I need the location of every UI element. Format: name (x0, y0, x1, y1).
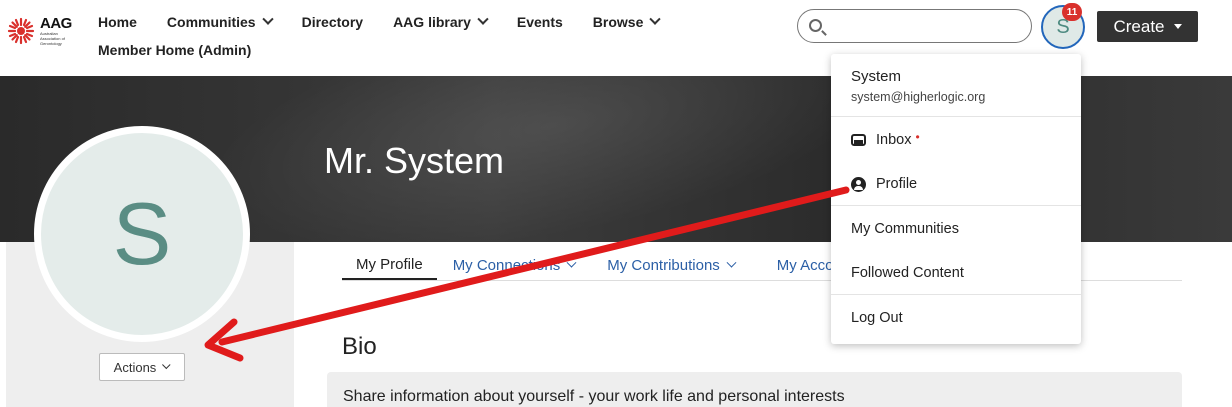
menu-item-profile[interactable]: Profile (851, 176, 917, 192)
bio-section: Share information about yourself - your … (327, 372, 1182, 407)
chevron-down-icon (162, 360, 171, 370)
bio-heading: Bio (342, 333, 377, 360)
tab-my-account-label: My Acco (776, 256, 834, 274)
chevron-down-icon (566, 257, 577, 268)
chevron-down-icon (649, 13, 662, 25)
dropdown-user-name: System (851, 68, 902, 85)
banner-background (186, 76, 914, 242)
tab-my-profile-label: My Profile (356, 255, 423, 273)
menu-item-my-communities-label: My Communities (851, 221, 959, 237)
divider (831, 294, 1081, 295)
nav-aag-library-label: AAG library (393, 14, 471, 30)
nav-communities[interactable]: Communities (166, 12, 274, 32)
bio-prompt-text: Share information about yourself - your … (343, 388, 845, 405)
search-box[interactable] (797, 9, 1032, 43)
tab-my-connections[interactable]: My Connections (439, 250, 590, 280)
tab-my-connections-label: My Connections (452, 256, 561, 274)
dropdown-user-email: system@higherlogic.org (851, 90, 986, 104)
menu-item-followed-content[interactable]: Followed Content (851, 265, 964, 281)
tab-my-profile[interactable]: My Profile (342, 250, 437, 280)
search-icon (809, 19, 822, 32)
aag-logo[interactable]: AAG Australian Association of Gerontolog… (6, 16, 74, 46)
unread-indicator-dot: • (915, 130, 920, 144)
logo-abbreviation: AAG (40, 15, 72, 32)
nav-member-home-admin[interactable]: Member Home (Admin) (98, 42, 251, 58)
dropdown-user-info: System system@higherlogic.org (851, 68, 985, 104)
menu-item-profile-label: Profile (876, 176, 918, 192)
menu-item-log-out-label: Log Out (851, 310, 903, 326)
chevron-down-icon (726, 257, 737, 268)
inbox-icon (851, 134, 866, 146)
nav-directory[interactable]: Directory (302, 12, 363, 32)
divider (831, 205, 1081, 206)
tab-my-contributions-label: My Contributions (607, 256, 720, 274)
actions-button-label: Actions (113, 359, 157, 375)
notification-badge: 11 (1062, 3, 1082, 21)
divider (831, 116, 1081, 117)
nav-home-label: Home (98, 14, 137, 30)
nav-browse[interactable]: Browse (592, 12, 662, 32)
create-button-label: Create (1113, 16, 1165, 36)
caret-down-icon (1173, 24, 1182, 29)
nav-browse-label: Browse (592, 14, 644, 30)
nav-aag-library[interactable]: AAG library (393, 12, 489, 32)
chevron-down-icon (261, 13, 274, 25)
search-input[interactable] (830, 16, 1020, 38)
profile-picture[interactable]: S (34, 126, 250, 342)
nav-events-label: Events (516, 14, 563, 30)
actions-button[interactable]: Actions (99, 353, 185, 381)
user-dropdown-menu: System system@higherlogic.org Inbox • Pr… (831, 54, 1081, 344)
menu-item-followed-content-label: Followed Content (851, 265, 964, 281)
create-button[interactable]: Create (1097, 11, 1198, 42)
aag-logo-icon (7, 17, 35, 45)
main-nav: Home Communities Directory AAG library E… (98, 12, 689, 32)
nav-home[interactable]: Home (98, 12, 137, 32)
tab-my-contributions[interactable]: My Contributions (593, 250, 749, 280)
profile-initial: S (112, 184, 172, 283)
menu-item-my-communities[interactable]: My Communities (851, 221, 959, 237)
profile-display-name: Mr. System (324, 140, 505, 181)
menu-item-log-out[interactable]: Log Out (851, 310, 903, 326)
nav-directory-label: Directory (301, 14, 364, 30)
chevron-down-icon (477, 13, 489, 25)
nav-communities-label: Communities (166, 14, 256, 30)
menu-item-inbox[interactable]: Inbox • (851, 130, 920, 148)
menu-item-inbox-label: Inbox (876, 132, 912, 148)
profile-icon (851, 176, 866, 192)
logo-full-name: Australian Association of Gerontology (40, 31, 65, 46)
nav-events[interactable]: Events (517, 12, 563, 32)
